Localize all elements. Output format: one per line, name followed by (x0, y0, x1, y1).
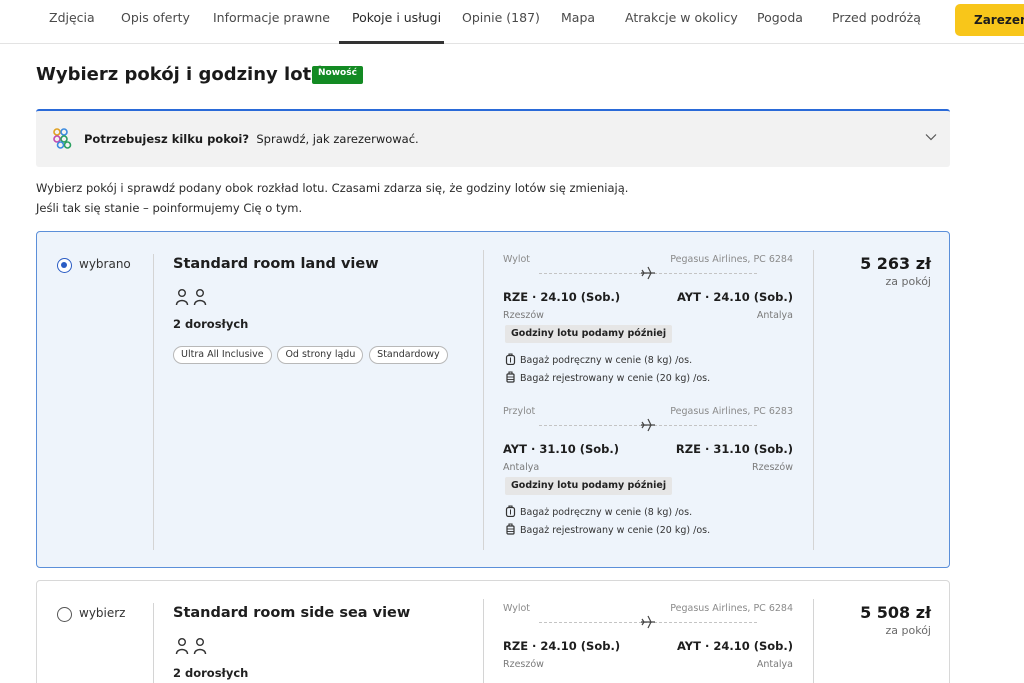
intro-line-2: Jeśli tak się stanie – poinformujemy Cię… (36, 201, 303, 215)
flight-airline: Pegasus Airlines, PC 6284 (670, 603, 793, 614)
plane-icon (641, 615, 655, 629)
arrival-info: RZE · 31.10 (Sob.) (675, 442, 793, 456)
tab-nearby-attractions[interactable]: Atrakcje w okolicy (625, 10, 738, 25)
tab-photos[interactable]: Zdjęcia (49, 10, 95, 25)
checked-luggage-icon (506, 523, 515, 535)
divider (483, 599, 484, 683)
plane-icon (641, 418, 655, 432)
room-tags: Ultra All Inclusive Od strony lądu Stand… (173, 346, 450, 364)
arrival-city: Antalya (756, 659, 793, 670)
chevron-down-icon[interactable] (924, 130, 938, 144)
flight-direction-label: Przylot (503, 406, 536, 417)
group-rooms-icon (53, 128, 72, 149)
departure-info: AYT · 31.10 (Sob.) (503, 442, 620, 456)
reserve-button[interactable]: Zarezerwuj (955, 4, 1024, 36)
outbound-flight: Wylot Pegasus Airlines, PC 6284 RZE · 24… (503, 603, 793, 683)
new-badge: Nowość (312, 66, 363, 84)
banner-text: Potrzebujesz kilku pokoi? Sprawdź, jak z… (84, 132, 419, 146)
person-icon (175, 638, 207, 655)
flight-direction-label: Wylot (503, 254, 531, 265)
tag-board: Ultra All Inclusive (173, 346, 272, 364)
flight-direction-label: Wylot (503, 603, 531, 614)
divider (153, 603, 154, 683)
price-per-room-label: za pokój (885, 624, 932, 637)
tab-weather[interactable]: Pogoda (757, 10, 803, 25)
room-card[interactable]: wybrano Standard room land view 2 dorosł… (36, 231, 950, 568)
flight-airline: Pegasus Airlines, PC 6283 (670, 406, 793, 417)
outbound-flight: Wylot Pegasus Airlines, PC 6284 RZE · 24… (503, 254, 793, 394)
inbound-flight: Przylot Pegasus Airlines, PC 6283 AYT · … (503, 406, 793, 546)
tab-offer-description[interactable]: Opis oferty (121, 10, 190, 25)
flight-time-note: Godziny lotu podamy później (505, 477, 673, 495)
departure-info: RZE · 24.10 (Sob.) (503, 639, 621, 653)
tab-legal-info[interactable]: Informacje prawne (213, 10, 330, 25)
room-radio-label[interactable]: wybrano (79, 257, 131, 271)
banner-bold-text: Potrzebujesz kilku pokoi? (84, 132, 250, 146)
departure-info: RZE · 24.10 (Sob.) (503, 290, 621, 304)
page-title: Wybierz pokój i godziny lotów (36, 64, 341, 85)
hand-luggage-text: Bagaż podręczny w cenie (8 kg) /os. (520, 507, 693, 518)
tab-before-travel[interactable]: Przed podróżą (832, 10, 921, 25)
tag-view: Od strony lądu (277, 346, 364, 364)
banner-link-text: Sprawdź, jak zarezerwować. (256, 132, 419, 146)
hand-luggage-icon (505, 505, 516, 518)
departure-city: Rzeszów (503, 659, 544, 670)
hand-luggage-info: Bagaż podręczny w cenie (8 kg) /os. (505, 353, 692, 366)
intro-line-1: Wybierz pokój i sprawdź podany obok rozk… (36, 181, 629, 195)
tag-standard: Standardowy (369, 346, 448, 364)
divider (483, 250, 484, 550)
tab-rooms-services[interactable]: Pokoje i usługi (352, 10, 441, 25)
person-icon (175, 289, 207, 306)
hand-luggage-text: Bagaż podręczny w cenie (8 kg) /os. (520, 355, 693, 366)
room-radio-label[interactable]: wybierz (79, 606, 125, 620)
departure-city: Rzeszów (503, 310, 544, 321)
arrival-info: AYT · 24.10 (Sob.) (676, 639, 793, 653)
checked-luggage-info: Bagaż rejestrowany w cenie (20 kg) /os. (505, 523, 710, 536)
room-price: 5 508 zł (860, 603, 931, 622)
price-per-room-label: za pokój (885, 275, 932, 288)
plane-icon (641, 266, 655, 280)
adults-count: 2 dorosłych (173, 666, 249, 680)
intro-text: Wybierz pokój i sprawdź podany obok rozk… (36, 178, 628, 218)
divider (813, 250, 814, 550)
flight-time-note: Godziny lotu podamy później (505, 325, 673, 343)
checked-luggage-text: Bagaż rejestrowany w cenie (20 kg) /os. (520, 525, 711, 536)
hand-luggage-info: Bagaż podręczny w cenie (8 kg) /os. (505, 505, 692, 518)
room-card[interactable]: wybierz Standard room side sea view 2 do… (36, 580, 950, 683)
arrival-city: Antalya (756, 310, 793, 321)
checked-luggage-text: Bagaż rejestrowany w cenie (20 kg) /os. (520, 373, 711, 384)
divider (813, 599, 814, 683)
active-tab-indicator (339, 41, 444, 44)
room-price: 5 263 zł (860, 254, 931, 273)
departure-city: Antalya (503, 462, 540, 473)
room-name: Standard room land view (173, 256, 379, 272)
checked-luggage-icon (506, 371, 515, 383)
multiple-rooms-banner[interactable]: Potrzebujesz kilku pokoi? Sprawdź, jak z… (36, 109, 950, 167)
arrival-city: Rzeszów (752, 462, 793, 473)
arrival-info: AYT · 24.10 (Sob.) (676, 290, 793, 304)
hand-luggage-icon (505, 353, 516, 366)
adults-count: 2 dorosłych (173, 317, 249, 331)
room-radio[interactable] (57, 607, 72, 622)
checked-luggage-info: Bagaż rejestrowany w cenie (20 kg) /os. (505, 371, 710, 384)
room-name: Standard room side sea view (173, 605, 411, 621)
tab-reviews[interactable]: Opinie (187) (462, 10, 540, 25)
tab-map[interactable]: Mapa (561, 10, 595, 25)
room-radio[interactable] (57, 258, 72, 273)
flight-airline: Pegasus Airlines, PC 6284 (670, 254, 793, 265)
top-navigation: Zdjęcia Opis oferty Informacje prawne Po… (0, 0, 1024, 44)
divider (153, 254, 154, 550)
